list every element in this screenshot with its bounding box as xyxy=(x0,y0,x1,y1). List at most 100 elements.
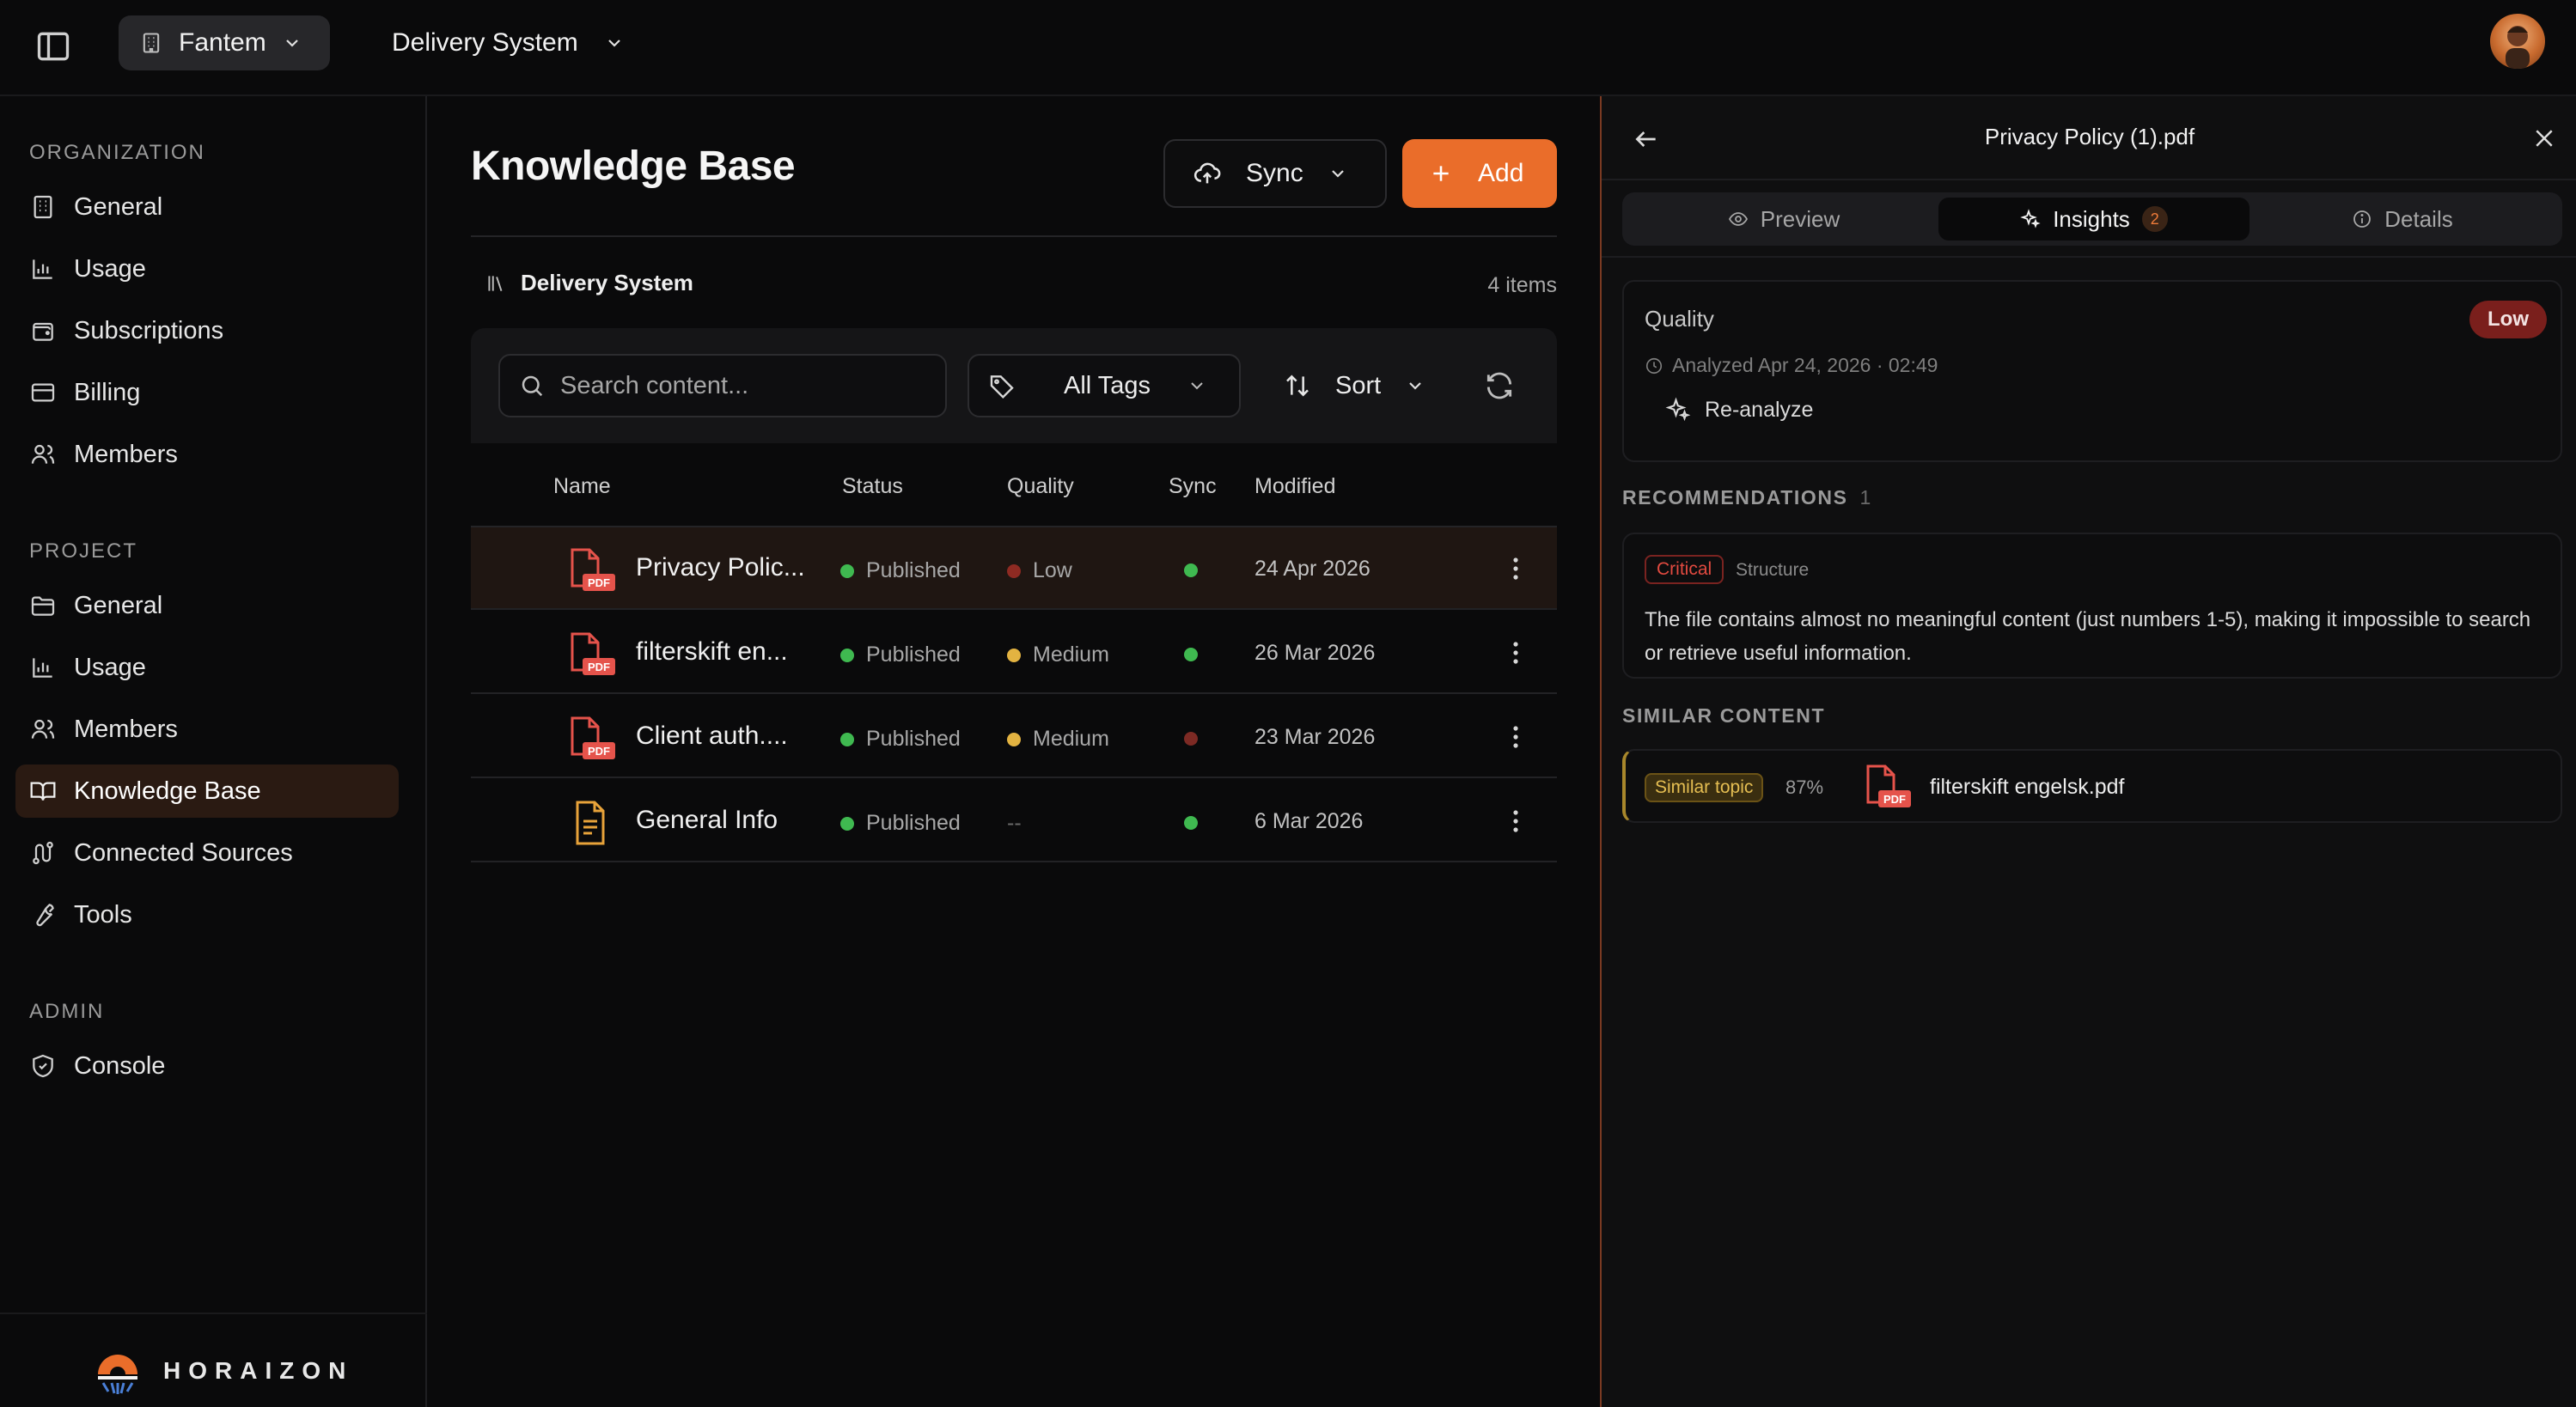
sidebar-item-project-members[interactable]: Members xyxy=(15,703,399,756)
status-badge: Published xyxy=(840,727,961,752)
search-box[interactable] xyxy=(498,354,947,417)
sidebar-item-label: General xyxy=(74,192,163,221)
eye-icon xyxy=(1728,209,1749,229)
sidebar-item-label: Subscriptions xyxy=(74,316,224,344)
sidebar-item-subscriptions[interactable]: Subscriptions xyxy=(15,304,399,357)
users-icon xyxy=(29,441,57,468)
tags-label: All Tags xyxy=(1064,371,1151,399)
svg-text:PDF: PDF xyxy=(588,661,610,673)
column-header-sync[interactable]: Sync xyxy=(1169,474,1217,499)
panel-tabs: Preview Insights 2 Details xyxy=(1622,192,2562,246)
folder-icon xyxy=(29,592,57,619)
table-row[interactable]: PDF filterskift en... Published Medium 2… xyxy=(471,612,1557,694)
section-title: RECOMMENDATIONS xyxy=(1622,486,1848,509)
table-row[interactable]: General Info Published -- 6 Mar 2026 xyxy=(471,780,1557,862)
building-icon xyxy=(29,193,57,221)
sidebar-item-org-general[interactable]: General xyxy=(15,180,399,234)
more-vertical-icon[interactable] xyxy=(1507,553,1524,584)
project-switcher[interactable]: Delivery System xyxy=(392,15,625,70)
tags-dropdown[interactable]: All Tags xyxy=(968,354,1241,417)
detail-panel: Privacy Policy (1).pdf Preview Insights … xyxy=(1600,96,2576,1407)
sidebar-item-console[interactable]: Console xyxy=(15,1039,399,1093)
status-text: Published xyxy=(866,643,961,667)
sidebar-item-billing[interactable]: Billing xyxy=(15,366,399,419)
column-header-modified[interactable]: Modified xyxy=(1254,474,1336,499)
close-icon[interactable] xyxy=(2531,125,2557,151)
users-icon xyxy=(29,716,57,743)
refresh-icon[interactable] xyxy=(1483,369,1516,402)
similar-content-heading: SIMILAR CONTENT xyxy=(1622,704,1826,727)
quality-dot xyxy=(1007,563,1021,578)
sidebar-item-label: Console xyxy=(74,1051,166,1080)
sidebar: ORGANIZATION General Usage Subscriptions… xyxy=(0,96,427,1407)
sidebar-item-label: General xyxy=(74,591,163,619)
sidebar-item-org-usage[interactable]: Usage xyxy=(15,242,399,295)
tab-insights[interactable]: Insights 2 xyxy=(1938,198,2249,241)
sidebar-item-label: Connected Sources xyxy=(74,838,293,867)
back-arrow-icon[interactable] xyxy=(1633,125,1660,153)
reanalyze-button[interactable]: Re-analyze xyxy=(1665,397,1813,423)
column-header-name[interactable]: Name xyxy=(553,474,611,499)
quality-badge: Medium xyxy=(1007,643,1109,667)
column-header-status[interactable]: Status xyxy=(842,474,903,499)
avatar[interactable] xyxy=(2490,14,2545,69)
status-badge: Published xyxy=(840,558,961,583)
wrench-icon xyxy=(29,901,57,929)
table-row[interactable]: PDF Privacy Polic... Published Low 24 Ap… xyxy=(471,527,1557,610)
recommendations-heading: RECOMMENDATIONS 1 xyxy=(1622,486,1872,509)
divider xyxy=(471,235,1557,237)
quality-level-badge: Low xyxy=(2469,301,2547,338)
status-dot xyxy=(840,648,854,662)
sort-dropdown[interactable]: Sort xyxy=(1284,354,1425,417)
quality-dot xyxy=(1007,732,1021,746)
table-row[interactable]: PDF Client auth.... Published Medium 23 … xyxy=(471,696,1557,778)
tag-icon xyxy=(988,372,1016,399)
similarity-percent: 87% xyxy=(1785,777,1824,798)
add-button[interactable]: Add xyxy=(1402,139,1557,208)
more-vertical-icon[interactable] xyxy=(1507,806,1524,837)
status-badge: Published xyxy=(840,811,961,836)
top-bar: Fantem Delivery System xyxy=(0,0,2576,96)
org-switcher[interactable]: Fantem xyxy=(119,15,330,70)
book-icon xyxy=(29,777,57,805)
quality-badge: Medium xyxy=(1007,727,1109,752)
credit-card-icon xyxy=(29,379,57,406)
recommendation-text: The file contains almost no meaningful c… xyxy=(1645,608,2531,665)
column-header-quality[interactable]: Quality xyxy=(1007,474,1074,499)
chevron-down-icon xyxy=(1405,375,1425,396)
building-icon xyxy=(139,31,163,55)
sidebar-item-tools[interactable]: Tools xyxy=(15,888,399,941)
recommendations-count: 1 xyxy=(1859,486,1872,509)
section-label-organization: ORGANIZATION xyxy=(29,141,205,164)
modified-date: 23 Mar 2026 xyxy=(1254,725,1376,749)
sidebar-toggle-icon[interactable] xyxy=(34,27,72,65)
file-name: Client auth.... xyxy=(636,722,788,750)
sidebar-item-org-members[interactable]: Members xyxy=(15,428,399,481)
file-name: General Info xyxy=(636,806,778,834)
tab-preview[interactable]: Preview xyxy=(1629,198,1938,241)
add-label: Add xyxy=(1478,159,1524,187)
sidebar-item-project-general[interactable]: General xyxy=(15,579,399,632)
chevron-down-icon xyxy=(1328,163,1348,184)
sidebar-item-connected-sources[interactable]: Connected Sources xyxy=(15,826,399,880)
sidebar-item-label: Members xyxy=(74,440,178,468)
sidebar-item-project-usage[interactable]: Usage xyxy=(15,641,399,694)
search-input[interactable] xyxy=(560,371,921,400)
more-vertical-icon[interactable] xyxy=(1507,637,1524,668)
modified-date: 6 Mar 2026 xyxy=(1254,809,1364,833)
org-name: Fantem xyxy=(179,28,266,57)
more-vertical-icon[interactable] xyxy=(1507,722,1524,752)
chevron-down-icon xyxy=(282,33,302,53)
sync-button[interactable]: Sync xyxy=(1163,139,1387,208)
sync-indicator xyxy=(1184,732,1198,746)
similar-content-item[interactable]: Similar topic 87% PDF filterskift engels… xyxy=(1622,749,2562,823)
sidebar-item-knowledge-base[interactable]: Knowledge Base xyxy=(15,764,399,818)
wallet-icon xyxy=(29,317,57,344)
tab-details[interactable]: Details xyxy=(2249,198,2555,241)
section-label-project: PROJECT xyxy=(29,539,138,563)
pdf-file-icon: PDF xyxy=(567,548,619,593)
section-label-admin: ADMIN xyxy=(29,1000,105,1023)
pdf-file-icon: PDF xyxy=(567,716,619,761)
breadcrumb: Delivery System xyxy=(485,270,693,296)
panel-header: Privacy Policy (1).pdf xyxy=(1602,96,2576,180)
